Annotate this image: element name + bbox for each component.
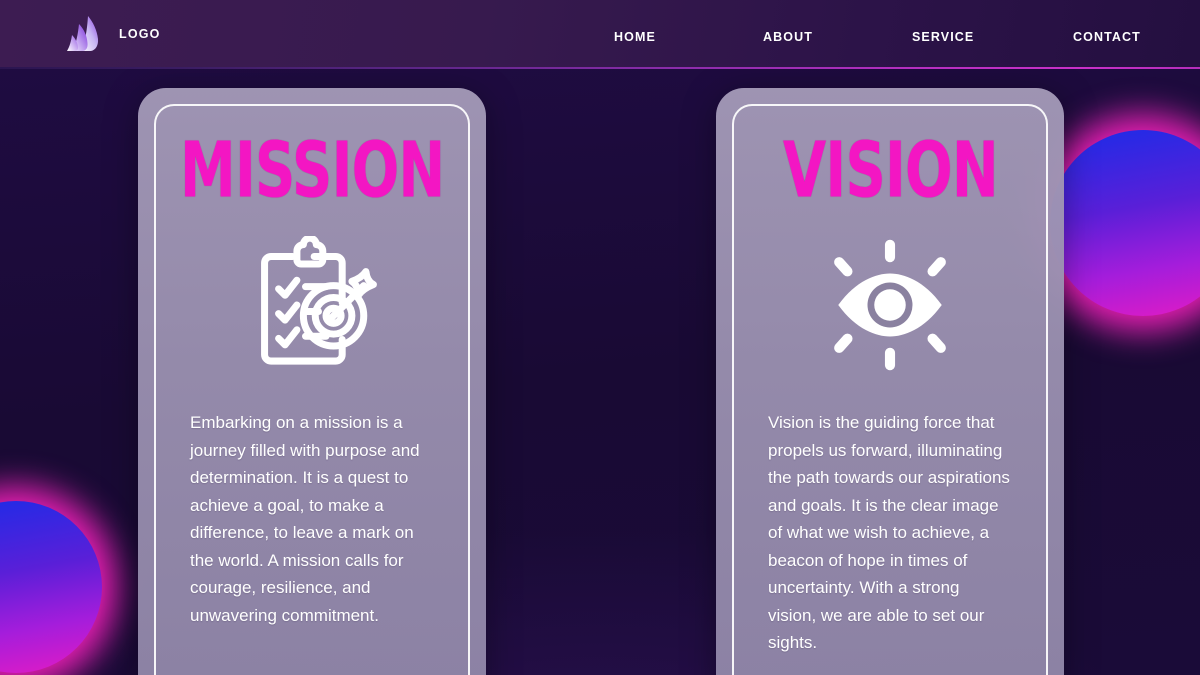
header-divider [0, 67, 1200, 69]
main-navigation: HOME ABOUT SERVICE CONTACT [596, 0, 1156, 69]
orb-top-right-core [1050, 130, 1200, 316]
slide-canvas: LOGO HOME ABOUT SERVICE CONTACT MISSION [0, 0, 1200, 675]
mission-card-content: MISSION Embarking on a mission is a jour… [154, 104, 470, 675]
orb-bottom-left-glow [0, 480, 123, 675]
vision-card: VISION Vision is the guiding force that … [716, 88, 1064, 675]
brand-name: LOGO [119, 27, 161, 41]
vision-card-title: VISION [782, 125, 998, 216]
mission-card-icon [243, 235, 381, 375]
orb-bottom-left-core [0, 501, 102, 673]
clipboard-target-icon [261, 236, 377, 365]
nav-item-about[interactable]: ABOUT [763, 30, 813, 44]
vision-card-content: VISION Vision is the guiding force that … [732, 104, 1048, 675]
mission-card-body: Embarking on a mission is a journey fill… [190, 413, 420, 625]
brand[interactable]: LOGO [62, 13, 161, 55]
vision-card-body: Vision is the guiding force that propels… [768, 413, 1010, 653]
nav-item-home[interactable]: HOME [614, 30, 656, 44]
mission-card-title: MISSION [179, 125, 445, 216]
site-header: LOGO HOME ABOUT SERVICE CONTACT [0, 0, 1200, 69]
nav-item-contact[interactable]: CONTACT [1073, 30, 1141, 44]
nav-item-service[interactable]: SERVICE [912, 30, 974, 44]
vision-card-icon [818, 235, 962, 375]
eye-rays-icon [834, 239, 946, 371]
mission-card: MISSION Embarking on a mission is a jour… [138, 88, 486, 675]
wing-logo-icon [67, 16, 99, 51]
